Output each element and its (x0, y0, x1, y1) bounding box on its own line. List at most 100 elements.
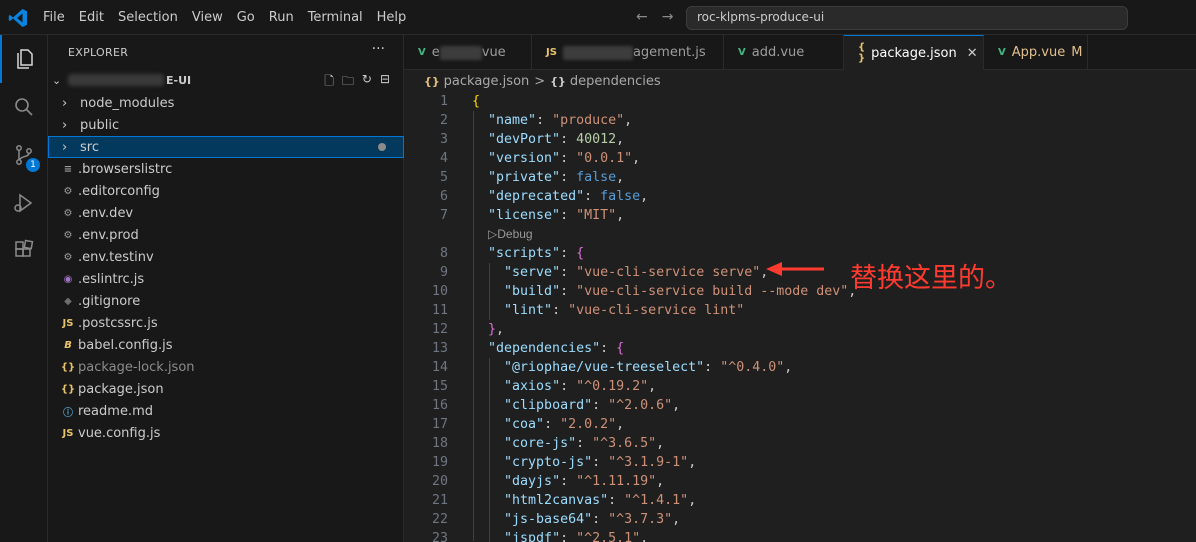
tab-package-json[interactable]: { } package.json ✕ (844, 35, 984, 70)
refresh-icon[interactable]: ↻ (362, 72, 372, 93)
tab-app-vue[interactable]: V App.vue M (984, 35, 1088, 70)
explorer-activity[interactable] (0, 35, 48, 83)
tree-folder-public[interactable]: › public (48, 114, 404, 136)
activity-bar: 1 (0, 35, 48, 542)
vue-file-icon: V (418, 47, 426, 58)
breadcrumb-file[interactable]: package.json (444, 74, 530, 89)
menu-terminal[interactable]: Terminal (301, 10, 370, 25)
menu-file[interactable]: File (36, 10, 72, 25)
code-line: 21 "html2canvas": "^1.4.1", (404, 491, 1196, 510)
code-text: "scripts": { (488, 246, 585, 261)
debug-codelens[interactable]: ▷Debug (488, 225, 533, 244)
source-control-badge: 1 (26, 158, 40, 172)
tree-file-eslintrc[interactable]: ◉ .eslintrc.js (48, 268, 404, 290)
run-debug-activity[interactable] (0, 179, 48, 227)
project-root[interactable]: ⌄ E-UI 🗋 🗀 ↻ ⊟ (48, 69, 404, 91)
tab-label: App.vue (1011, 45, 1066, 60)
babel-icon: B (64, 339, 72, 351)
chevron-right-icon: › (62, 117, 68, 133)
search-activity[interactable] (0, 83, 48, 131)
tab-js-file[interactable]: JS agement.js (532, 35, 724, 70)
line-number: 11 (431, 303, 448, 318)
tree-file-env-dev[interactable]: ⚙ .env.dev (48, 202, 404, 224)
tree-file-editorconfig[interactable]: ⚙ .editorconfig (48, 180, 404, 202)
back-arrow-icon[interactable]: ← (636, 9, 648, 25)
lines-file-icon: ≡ (63, 163, 73, 175)
javascript-file-icon: JS (62, 427, 74, 439)
code-text: "crypto-js": "^3.1.9-1", (504, 455, 697, 470)
collapse-all-icon[interactable]: ⊟ (380, 72, 390, 93)
tree-item-label: readme.md (78, 403, 153, 419)
menu-view[interactable]: View (185, 10, 230, 25)
tab-add-vue[interactable]: V add.vue (724, 35, 844, 70)
menu-selection[interactable]: Selection (111, 10, 185, 25)
new-folder-icon[interactable]: 🗀 (342, 72, 354, 93)
title-bar: File Edit Selection View Go Run Terminal… (0, 0, 1196, 35)
tree-file-vue-config[interactable]: JS vue.config.js (48, 422, 404, 444)
code-line: 11 "lint": "vue-cli-service lint" (404, 301, 1196, 320)
tree-file-browserslistrc[interactable]: ≡ .browserslistrc (48, 158, 404, 180)
code-text: }, (488, 322, 505, 337)
tab-label: e (431, 45, 440, 60)
line-number: 4 (439, 151, 448, 166)
tree-folder-node-modules[interactable]: › node_modules (48, 92, 404, 114)
gear-icon: ⚙ (63, 251, 73, 263)
code-text: "core-js": "^3.6.5", (504, 436, 665, 451)
code-editor[interactable]: ▷Debug 1{2 "name": "produce", 3 "devPort"… (404, 92, 1196, 542)
tab-label: add.vue (751, 45, 805, 60)
editor-tabs: V e vue JS agement.js V add.vue { } pack… (404, 35, 1196, 70)
code-line: 7 "license": "MIT", (404, 206, 1196, 225)
menu-bar: File Edit Selection View Go Run Terminal… (36, 0, 413, 35)
tree-file-postcssrc[interactable]: JS .postcssrc.js (48, 312, 404, 334)
line-number: 23 (431, 531, 448, 542)
line-number: 13 (431, 341, 448, 356)
menu-help[interactable]: Help (370, 10, 414, 25)
new-file-icon[interactable]: 🗋 (324, 72, 334, 93)
line-number: 20 (431, 474, 448, 489)
redacted-tab-name (562, 45, 633, 60)
javascript-file-icon: JS (62, 317, 74, 329)
line-number: 10 (431, 284, 448, 299)
line-number: 3 (439, 132, 448, 147)
forward-arrow-icon[interactable]: → (662, 9, 674, 25)
redacted-tab-name (439, 45, 482, 60)
tree-file-env-prod[interactable]: ⚙ .env.prod (48, 224, 404, 246)
tree-item-label: .gitignore (78, 293, 141, 309)
menu-run[interactable]: Run (262, 10, 301, 25)
command-center[interactable]: roc-klpms-produce-ui (686, 6, 1128, 30)
code-line: 22 "js-base64": "^3.7.3", (404, 510, 1196, 529)
tree-file-readme[interactable]: ⓘ readme.md (48, 400, 404, 422)
tree-item-label: .env.testinv (78, 249, 154, 265)
close-icon[interactable]: ✕ (967, 46, 978, 61)
breadcrumb-path[interactable]: dependencies (570, 74, 661, 89)
tree-folder-src[interactable]: › src (48, 136, 404, 158)
tree-file-package-lock[interactable]: {} package-lock.json (48, 356, 404, 378)
tree-file-package-json[interactable]: {} package.json (48, 378, 404, 400)
tree-file-babel-config[interactable]: B babel.config.js (48, 334, 404, 356)
more-actions-icon[interactable]: ··· (372, 41, 385, 57)
chevron-down-icon: ⌄ (52, 73, 62, 87)
modified-indicator: M (1071, 45, 1083, 60)
tree-item-label: .env.prod (78, 227, 139, 243)
code-line: 16 "clipboard": "^2.0.6", (404, 396, 1196, 415)
json-file-icon: { } (858, 42, 866, 64)
code-line: 3 "devPort": 40012, (404, 130, 1196, 149)
tree-file-gitignore[interactable]: ◆ .gitignore (48, 290, 404, 312)
menu-go[interactable]: Go (230, 10, 262, 25)
code-line: 2 "name": "produce", (404, 111, 1196, 130)
tab-vue-file-1[interactable]: V e vue (404, 35, 532, 70)
menu-edit[interactable]: Edit (72, 10, 111, 25)
tree-file-env-testinv[interactable]: ⚙ .env.testinv (48, 246, 404, 268)
line-number: 7 (439, 208, 448, 223)
extensions-activity[interactable] (0, 227, 48, 275)
nav-arrows: ← → (636, 9, 673, 25)
vscode-logo-icon (8, 9, 28, 27)
modified-dot-icon (378, 143, 386, 151)
line-number: 5 (439, 170, 448, 185)
gear-icon: ⚙ (63, 207, 73, 219)
tree-item-label: package.json (78, 381, 164, 397)
code-text: "js-base64": "^3.7.3", (504, 512, 681, 527)
json-file-icon: {} (60, 383, 76, 395)
source-control-activity[interactable]: 1 (0, 131, 48, 179)
redacted-project-name (68, 74, 164, 86)
